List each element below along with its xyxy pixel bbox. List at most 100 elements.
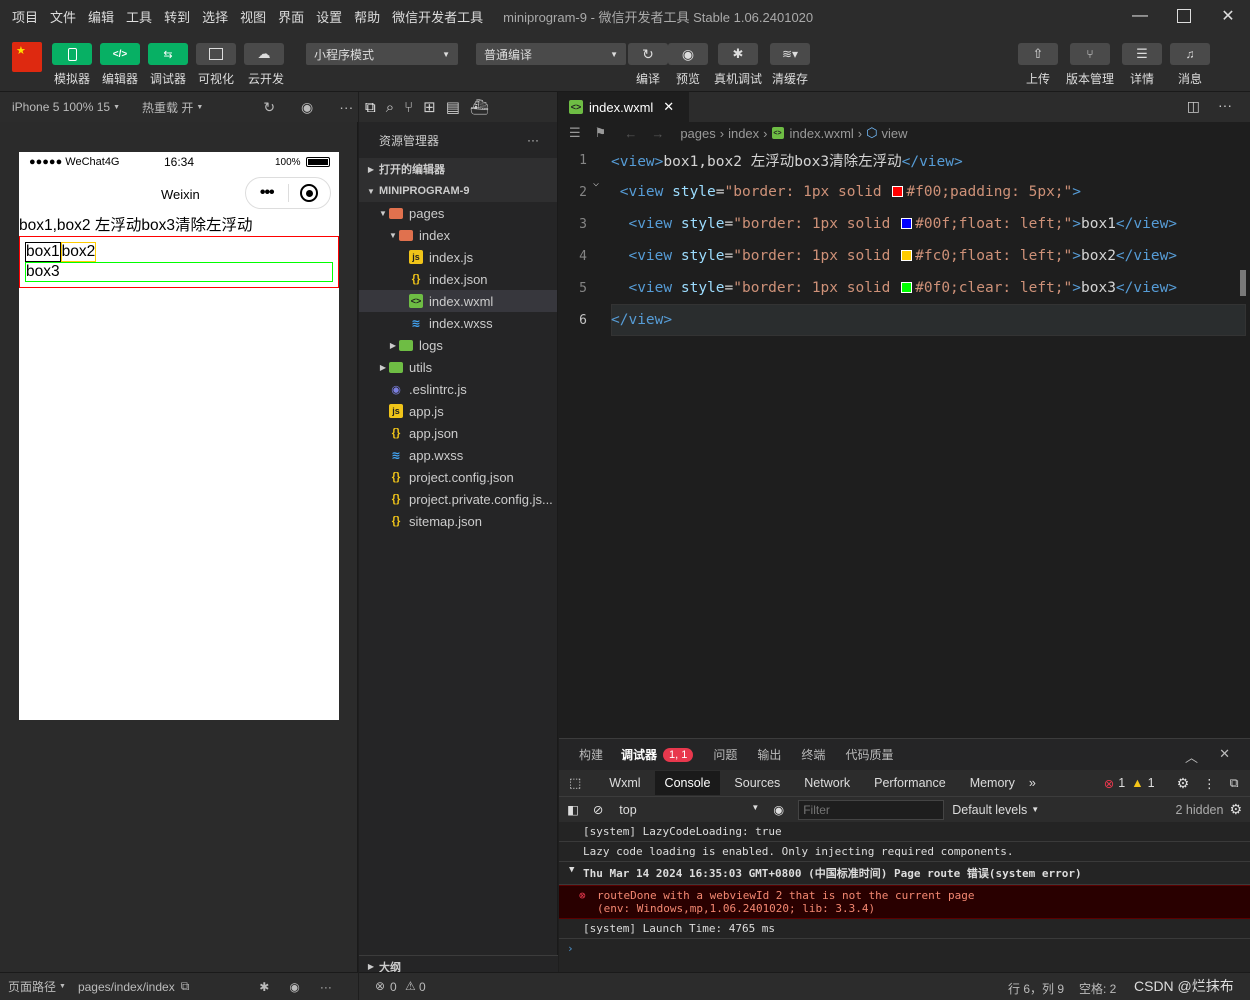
bug-icon[interactable]: ✱ (259, 980, 269, 994)
tab-sources[interactable]: Sources (734, 776, 780, 790)
code-editor[interactable]: ⌵ 1 <view>box1,box2 左浮动box3清除左浮动</view> 2 … (559, 144, 1250, 738)
tree-item[interactable]: ≋ app.wxss (359, 444, 557, 466)
project-section[interactable]: ▼ MINIPROGRAM-9 (359, 180, 557, 202)
eye-icon[interactable]: ◉ (773, 802, 784, 817)
breadcrumb-pages[interactable]: pages (680, 126, 715, 141)
tree-item[interactable]: ▼ index (359, 224, 557, 246)
dock-icon[interactable]: ⧉ (1230, 776, 1239, 791)
color-swatch[interactable] (901, 250, 913, 261)
tree-item[interactable]: js app.js (359, 400, 557, 422)
tree-item[interactable]: ▶ logs (359, 334, 557, 356)
color-swatch[interactable] (892, 186, 904, 197)
list-icon[interactable]: ☰ (569, 125, 581, 141)
git-icon[interactable]: ⑂ (404, 99, 413, 116)
copy-icon[interactable]: ⧉ (181, 979, 190, 994)
device-select[interactable]: iPhone 5 100% 15 (12, 100, 110, 114)
tree-item[interactable]: js index.js (359, 246, 557, 268)
clear-cache-button[interactable]: ≋▾ (770, 43, 810, 65)
refresh-icon[interactable]: ↻ (263, 99, 275, 116)
breadcrumb-symbol[interactable]: view (882, 126, 908, 141)
levels-select[interactable]: Default levels (952, 803, 1027, 817)
tab-problems[interactable]: 问题 (713, 746, 737, 763)
extensions-icon[interactable]: ⊞ (423, 98, 436, 116)
eye-icon[interactable]: ◉ (289, 980, 299, 994)
error-count[interactable]: 1 (1118, 776, 1125, 790)
tree-item[interactable]: {} app.json (359, 422, 557, 444)
more-dots-icon[interactable]: ••• (246, 184, 288, 202)
editor-button[interactable]: </> (100, 43, 140, 65)
minimize-icon[interactable]: — (1118, 0, 1162, 32)
simulator-button[interactable] (52, 43, 92, 65)
breadcrumb-index[interactable]: index (728, 126, 759, 141)
tree-item[interactable]: {} project.config.json (359, 466, 557, 488)
menu-item-settings[interactable]: 设置 (310, 7, 348, 26)
context-select[interactable]: top ▼ (619, 803, 759, 817)
tree-item[interactable]: ▼ pages (359, 202, 557, 224)
tab-performance[interactable]: Performance (874, 776, 946, 790)
status-errors[interactable]: 0 (390, 980, 397, 994)
inspect-icon[interactable]: ⬚ (569, 775, 581, 791)
debugger-button[interactable]: ⇆ (148, 43, 188, 65)
more-vert-icon[interactable]: ⋮ (1203, 776, 1216, 791)
files-icon[interactable]: ⧉ (365, 99, 376, 116)
more-icon[interactable]: ··· (1218, 97, 1232, 113)
tree-item[interactable]: <> index.wxml (359, 290, 557, 312)
breadcrumb-file[interactable]: index.wxml (790, 126, 854, 141)
close-icon[interactable]: ✕ (1219, 746, 1230, 762)
cursor-position[interactable]: 行 6，列 9 (1008, 980, 1064, 997)
clear-console-icon[interactable]: ⊘ (593, 802, 603, 817)
bookmark-icon[interactable]: ⚑ (595, 125, 607, 141)
close-circle-icon[interactable] (289, 184, 331, 202)
tree-item[interactable]: {} sitemap.json (359, 510, 557, 532)
console-prompt-icon[interactable]: › (559, 939, 1250, 955)
tab-console[interactable]: Console (654, 771, 721, 795)
page-path-label[interactable]: 页面路径 (8, 978, 56, 995)
more-icon[interactable]: ··· (320, 980, 332, 994)
menu-item-help[interactable]: 帮助 (348, 7, 386, 26)
color-swatch[interactable] (901, 282, 913, 293)
vertical-scrollbar[interactable] (1240, 270, 1246, 296)
upload-button[interactable]: ⇧ (1018, 43, 1058, 65)
menu-item-goto[interactable]: 转到 (158, 7, 196, 26)
back-icon[interactable]: ← (624, 126, 637, 141)
remote-debug-button[interactable]: ✱ (718, 43, 758, 65)
tab-index-wxml[interactable]: <> index.wxml ✕ (559, 92, 689, 122)
split-editor-icon[interactable]: ◫ (1187, 98, 1200, 115)
indent-spaces[interactable]: 空格: 2 (1079, 980, 1116, 997)
gear-icon[interactable]: ⚙ (1177, 775, 1190, 792)
maximize-icon[interactable] (1162, 0, 1206, 32)
mode-select[interactable]: 小程序模式 ▼ (306, 43, 458, 65)
tab-wxml[interactable]: Wxml (609, 776, 640, 790)
messages-button[interactable]: ♫ (1170, 43, 1210, 65)
more-icon[interactable]: ··· (339, 99, 353, 115)
version-button[interactable]: ⑂ (1070, 43, 1110, 65)
details-button[interactable]: ☰ (1122, 43, 1162, 65)
status-warnings[interactable]: 0 (419, 980, 426, 994)
warning-count[interactable]: 1 (1148, 776, 1155, 790)
avatar[interactable]: ★ (12, 42, 42, 72)
tab-build[interactable]: 构建 (579, 746, 603, 763)
menu-item-edit[interactable]: 编辑 (82, 7, 120, 26)
tree-item[interactable]: {} project.private.config.js... (359, 488, 557, 510)
menu-item-tools[interactable]: 工具 (120, 7, 158, 26)
menu-item-file[interactable]: 文件 (44, 7, 82, 26)
forward-icon[interactable]: → (651, 126, 664, 141)
tab-output[interactable]: 输出 (757, 746, 781, 763)
collapse-icon[interactable]: ︿ (1185, 747, 1198, 766)
compile-button[interactable]: ↻ (628, 43, 668, 65)
tab-terminal[interactable]: 终端 (801, 746, 825, 763)
search-icon[interactable]: ⌕ (386, 99, 394, 116)
tab-code-quality[interactable]: 代码质量 (845, 746, 893, 763)
tree-item[interactable]: ◉ .eslintrc.js (359, 378, 557, 400)
compile-select[interactable]: 普通编译 ▼ (476, 43, 626, 65)
more-tabs-icon[interactable]: » (1029, 776, 1036, 790)
tree-item[interactable]: {} index.json (359, 268, 557, 290)
sidebar-toggle-icon[interactable]: ◧ (567, 802, 579, 817)
color-swatch[interactable] (901, 218, 913, 229)
storage-icon[interactable]: ▤ (446, 98, 460, 116)
capsule-button[interactable]: ••• (245, 177, 331, 209)
tree-item[interactable]: ▶ utils (359, 356, 557, 378)
console-group[interactable]: ▼ Thu Mar 14 2024 16:35:03 GMT+0800 (中国标准… (559, 862, 1250, 885)
menu-item-project[interactable]: 项目 (6, 7, 44, 26)
open-editors-section[interactable]: ▶ 打开的编辑器 (359, 158, 557, 180)
